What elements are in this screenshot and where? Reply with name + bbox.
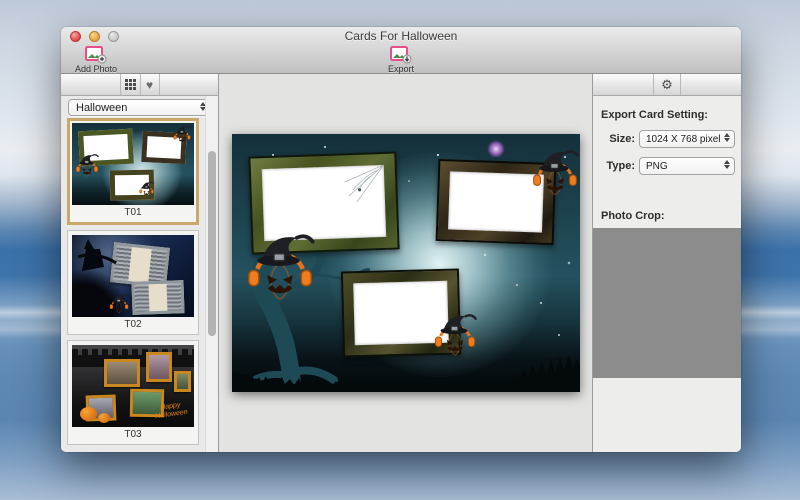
export-card-setting-title: Export Card Setting: <box>601 109 708 121</box>
size-label: Size: <box>609 133 635 145</box>
title-bar[interactable]: Cards For Halloween <box>61 27 741 45</box>
category-select-value: Halloween <box>76 101 128 114</box>
spiderweb-icon <box>343 164 384 203</box>
toolbar: Add Photo Export <box>61 45 741 74</box>
add-photo-label: Add Photo <box>74 64 118 74</box>
app-window: Cards For Halloween Add Photo Export ♥ H… <box>61 27 741 452</box>
export-button[interactable]: Export <box>372 45 430 74</box>
photo-slot-1[interactable] <box>261 164 386 242</box>
settings-button[interactable]: ⚙ <box>653 74 681 95</box>
main-area <box>219 74 592 452</box>
thumbnail-artwork-t03: Happy Halloween <box>72 345 194 427</box>
pumpkin-icon <box>74 153 100 179</box>
template-thumbnail-t03[interactable]: Happy Halloween T03 <box>67 340 199 445</box>
gear-icon: ⚙ <box>661 77 673 92</box>
sidebar-scrollbar[interactable] <box>205 96 218 452</box>
thumbnail-label: T03 <box>124 429 142 440</box>
window-title: Cards For Halloween <box>344 29 458 43</box>
export-settings-panel: ⚙ Export Card Setting: Size: 1024 X 768 … <box>592 74 741 452</box>
export-label: Export <box>387 64 414 74</box>
close-button-icon[interactable] <box>70 30 81 42</box>
favorites-view-button[interactable]: ♥ <box>139 74 160 95</box>
stars <box>232 134 234 136</box>
type-label: Type: <box>606 160 635 172</box>
purple-star <box>486 140 505 158</box>
sidebar-header: ♥ <box>61 74 218 96</box>
template-thumbnail-t01[interactable]: T01 <box>67 118 199 225</box>
scrollbar-thumb[interactable] <box>208 151 216 336</box>
pumpkin-icon <box>172 125 192 145</box>
stepper-icon <box>724 133 730 142</box>
thumbnail-artwork-t02 <box>72 235 194 317</box>
template-thumbnail-t02[interactable]: T02 <box>67 230 199 335</box>
type-select-value: PNG <box>646 160 668 172</box>
sidebar: ♥ Halloween T01 T02 Happy Halloween T03 <box>61 74 219 452</box>
thumbnail-label: T02 <box>124 319 142 330</box>
photo-crop-area[interactable] <box>593 228 741 378</box>
template-list: T01 T02 Happy Halloween T03 <box>61 118 205 452</box>
pumpkin-character-topright <box>529 148 580 200</box>
add-photo-button[interactable]: Add Photo <box>67 45 125 74</box>
pumpkin-character-left <box>242 231 318 307</box>
view-segmented-control: ♥ <box>119 74 160 95</box>
category-select[interactable]: Halloween <box>68 99 211 116</box>
card-preview <box>231 134 580 392</box>
thumbnail-label: T01 <box>124 207 142 218</box>
type-select[interactable]: PNG <box>639 157 735 175</box>
export-icon <box>390 46 412 64</box>
pumpkin-icon <box>138 181 155 198</box>
size-select-value: 1024 X 768 pixel <box>646 133 721 145</box>
size-select[interactable]: 1024 X 768 pixel <box>639 130 735 148</box>
pumpkin-icon <box>108 293 130 315</box>
grid-view-button[interactable] <box>119 74 140 95</box>
window-content: ♥ Halloween T01 T02 Happy Halloween T03 … <box>61 74 741 452</box>
heart-icon: ♥ <box>145 77 154 92</box>
photo-crop-label: Photo Crop: <box>601 210 665 222</box>
stepper-icon <box>724 160 730 169</box>
add-photo-icon <box>85 46 107 64</box>
zoom-button-icon[interactable] <box>108 30 119 42</box>
traffic-lights <box>70 30 119 42</box>
thumbnail-artwork-t01 <box>72 123 194 205</box>
grid-icon <box>124 79 136 90</box>
grass-silhouette <box>231 355 580 392</box>
settings-header: ⚙ <box>593 74 741 96</box>
minimize-button-icon[interactable] <box>89 30 100 42</box>
